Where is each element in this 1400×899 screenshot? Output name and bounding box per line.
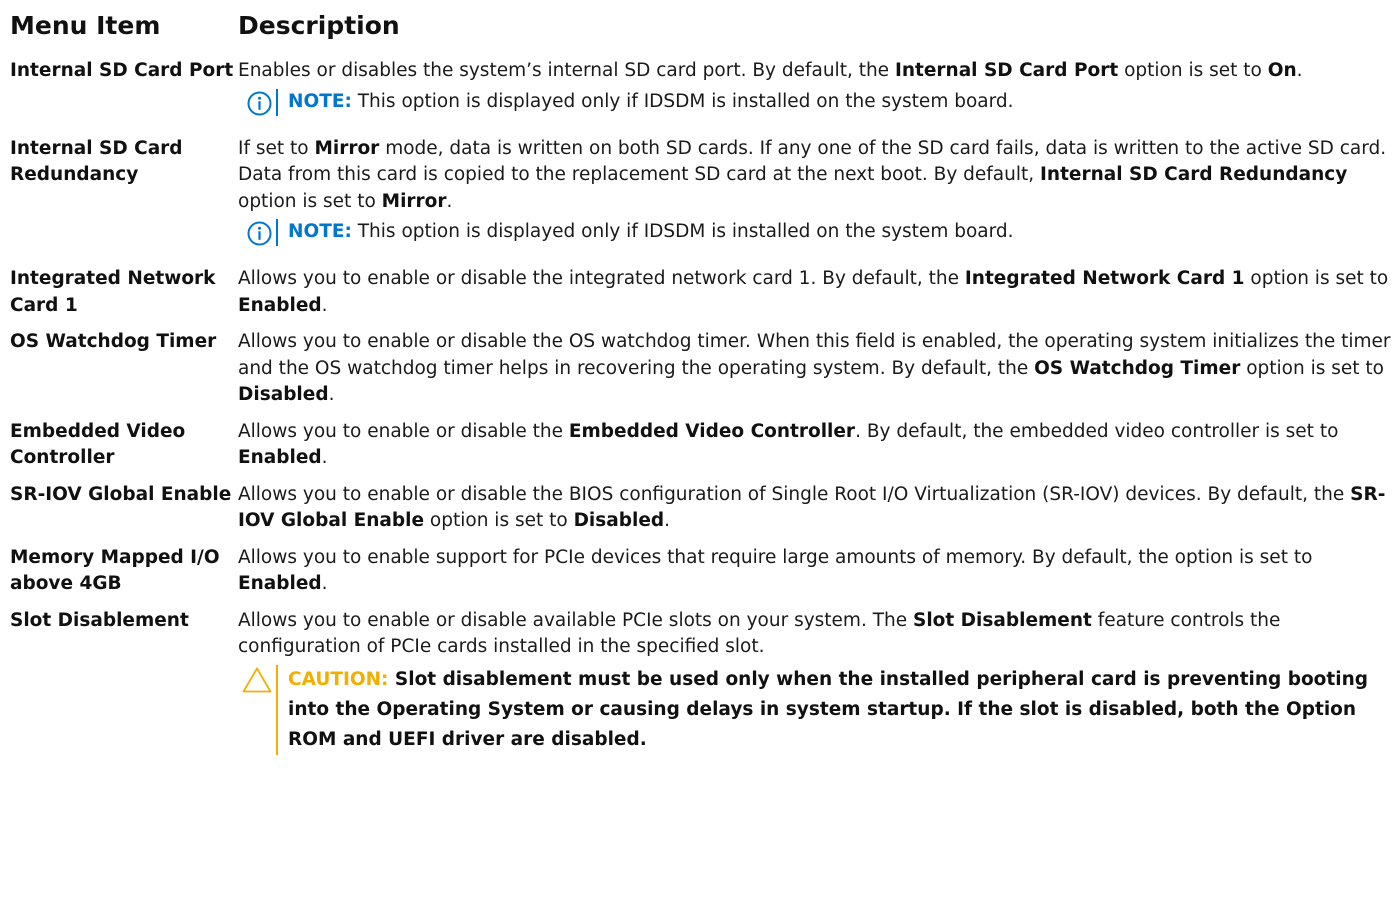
description-text: Enables or disables the system’s interna… bbox=[238, 58, 1394, 85]
table-row: Integrated Network Card 1 Allows you to … bbox=[10, 266, 1394, 319]
warning-triangle-icon bbox=[238, 665, 272, 755]
caution-text: CAUTION: Slot disablement must be used o… bbox=[288, 665, 1394, 755]
menu-item-name: Internal SD Card Port bbox=[10, 60, 234, 81]
table-row: Internal SD Card Port Enables or disable… bbox=[10, 58, 1394, 116]
note-callout: NOTE: This option is displayed only if I… bbox=[238, 88, 1394, 116]
note-body: This option is displayed only if IDSDM i… bbox=[351, 90, 1014, 112]
table-row: Internal SD Card Redundancy If set to Mi… bbox=[10, 136, 1394, 246]
menu-item-description: Allows you to enable or disable availabl… bbox=[238, 608, 1394, 755]
desc-bold: Enabled bbox=[238, 573, 322, 594]
info-icon bbox=[238, 89, 272, 116]
caution-body: Slot disablement must be used only when … bbox=[288, 668, 1368, 750]
caution-callout: CAUTION: Slot disablement must be used o… bbox=[238, 664, 1394, 755]
menu-item-description: Allows you to enable or disable the BIOS… bbox=[238, 482, 1394, 535]
note-bar bbox=[276, 219, 278, 246]
desc-text: . bbox=[321, 294, 328, 316]
description-text: Allows you to enable or disable availabl… bbox=[238, 608, 1394, 661]
desc-text: Allows you to enable or disable the BIOS… bbox=[238, 483, 1351, 505]
menu-item-description: Allows you to enable or disable the inte… bbox=[238, 266, 1394, 319]
menu-item-description: Enables or disables the system’s interna… bbox=[238, 58, 1394, 116]
menu-item-name: Internal SD Card Redundancy bbox=[10, 137, 183, 186]
desc-text: Allows you to enable or disable the bbox=[238, 420, 569, 442]
note-body: This option is displayed only if IDSDM i… bbox=[351, 221, 1014, 242]
note-label: NOTE: bbox=[288, 221, 352, 242]
table-row: SR-IOV Global Enable Allows you to enabl… bbox=[10, 482, 1394, 535]
desc-text: . bbox=[664, 510, 671, 531]
desc-text: option is set to bbox=[238, 190, 382, 212]
desc-bold: Mirror bbox=[381, 190, 447, 212]
desc-bold: Slot Disablement bbox=[913, 609, 1092, 631]
menu-item-name: Integrated Network Card 1 bbox=[10, 268, 216, 316]
menu-item-name: Embedded Video Controller bbox=[10, 420, 186, 469]
table-row: OS Watchdog Timer Allows you to enable o… bbox=[10, 329, 1394, 409]
desc-bold: Embedded Video Controller bbox=[568, 420, 856, 442]
desc-bold: Enabled bbox=[238, 447, 322, 468]
menu-item-description: If set to Mirror mode, data is written o… bbox=[238, 136, 1394, 246]
desc-text: Enables or disables the system’s interna… bbox=[238, 60, 895, 81]
desc-bold: Internal SD Card Redundancy bbox=[1040, 164, 1348, 185]
desc-text: . bbox=[446, 190, 453, 212]
desc-bold: OS Watchdog Timer bbox=[1034, 357, 1241, 379]
desc-bold: Integrated Network Card 1 bbox=[964, 268, 1245, 289]
bios-settings-table: Menu Item Description Internal SD Card P… bbox=[10, 0, 1394, 755]
desc-bold: Mirror bbox=[314, 137, 380, 159]
table-row: Memory Mapped I/O above 4GB Allows you t… bbox=[10, 545, 1394, 598]
menu-item-description: Allows you to enable support for PCIe de… bbox=[238, 545, 1394, 598]
desc-text: option is set to bbox=[1244, 268, 1389, 289]
info-icon bbox=[238, 219, 272, 246]
desc-text: . bbox=[328, 384, 335, 405]
desc-bold: Enabled bbox=[238, 294, 322, 316]
desc-text: . By default, the embedded video control… bbox=[855, 420, 1339, 442]
menu-item-name: Slot Disablement bbox=[10, 609, 189, 631]
description-text: If set to Mirror mode, data is written o… bbox=[238, 136, 1394, 216]
table-row: Embedded Video Controller Allows you to … bbox=[10, 419, 1394, 472]
menu-item-description: Allows you to enable or disable the OS w… bbox=[238, 329, 1394, 409]
desc-bold: Internal SD Card Port bbox=[894, 60, 1119, 81]
caution-label: CAUTION: bbox=[288, 668, 389, 690]
header-description: Description bbox=[238, 10, 400, 40]
note-callout: NOTE: This option is displayed only if I… bbox=[238, 219, 1394, 246]
table-row: Slot Disablement Allows you to enable or… bbox=[10, 608, 1394, 755]
menu-item-name: Memory Mapped I/O above 4GB bbox=[10, 546, 220, 595]
desc-text: option is set to bbox=[1118, 60, 1268, 81]
desc-text: Allows you to enable or disable availabl… bbox=[238, 609, 914, 631]
desc-bold: Disabled bbox=[238, 384, 329, 405]
note-bar bbox=[276, 88, 278, 116]
desc-text: option is set to bbox=[424, 510, 574, 531]
desc-text: . bbox=[1296, 60, 1303, 81]
header-menu-item: Menu Item bbox=[10, 10, 161, 40]
note-text: NOTE: This option is displayed only if I… bbox=[288, 89, 1394, 116]
desc-bold: Disabled bbox=[573, 510, 665, 531]
menu-item-name: OS Watchdog Timer bbox=[10, 331, 217, 352]
table-header: Menu Item Description bbox=[10, 0, 1394, 50]
desc-text: . bbox=[321, 447, 328, 468]
menu-item-name: SR-IOV Global Enable bbox=[10, 483, 232, 505]
desc-bold: On bbox=[1267, 60, 1297, 81]
desc-text: option is set to bbox=[1240, 357, 1384, 379]
menu-item-description: Allows you to enable or disable the Embe… bbox=[238, 419, 1394, 472]
desc-text: Allows you to enable or disable the inte… bbox=[238, 268, 965, 289]
desc-text: . bbox=[321, 573, 328, 594]
desc-text: Allows you to enable support for PCIe de… bbox=[238, 546, 1313, 568]
desc-text: If set to bbox=[238, 137, 315, 159]
caution-bar bbox=[276, 664, 278, 755]
note-label: NOTE: bbox=[288, 90, 352, 112]
note-text: NOTE: This option is displayed only if I… bbox=[288, 219, 1394, 246]
